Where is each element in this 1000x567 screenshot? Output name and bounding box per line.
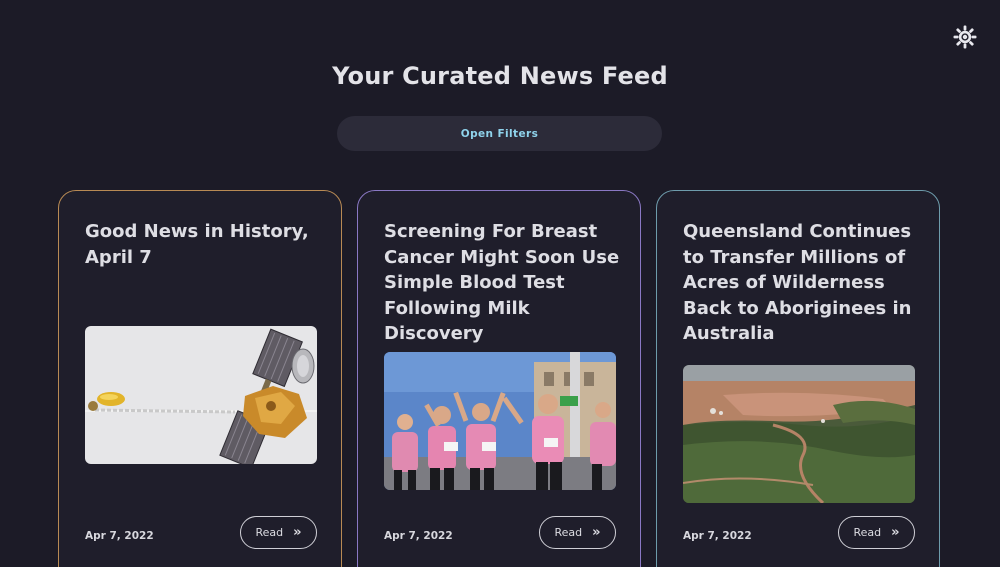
satellite-image [85,326,317,464]
article-image[interactable] [85,326,317,464]
women-running-race-photo [384,352,616,490]
page-title: Your Curated News Feed [332,62,668,90]
article-title[interactable]: Queensland Continues to Transfer Million… [683,219,923,347]
read-button[interactable]: Read » [838,516,915,549]
article-title[interactable]: Screening For Breast Cancer Might Soon U… [384,219,624,347]
article-card: Queensland Continues to Transfer Million… [656,190,940,567]
read-button[interactable]: Read » [539,516,616,549]
read-button-label: Read [554,526,583,539]
aerial-wilderness-photo [683,365,915,503]
read-button[interactable]: Read » [240,516,317,549]
sun-icon [953,25,977,49]
read-button-label: Read [853,526,882,539]
open-filters-button[interactable]: Open Filters [337,116,662,151]
double-chevron-right-icon: » [592,525,601,540]
article-date: Apr 7, 2022 [85,530,154,542]
news-feed-page: Your Curated News Feed Open Filters Good… [0,0,1000,567]
article-card: Good News in History, April 7 Apr 7, 202… [58,190,342,567]
article-image[interactable] [683,365,915,503]
article-date: Apr 7, 2022 [683,530,752,542]
read-button-label: Read [255,526,284,539]
double-chevron-right-icon: » [293,525,302,540]
article-image[interactable] [384,352,616,490]
article-title[interactable]: Good News in History, April 7 [85,219,325,270]
theme-toggle-button[interactable] [952,24,978,50]
article-card: Screening For Breast Cancer Might Soon U… [357,190,641,567]
article-date: Apr 7, 2022 [384,530,453,542]
double-chevron-right-icon: » [891,525,900,540]
